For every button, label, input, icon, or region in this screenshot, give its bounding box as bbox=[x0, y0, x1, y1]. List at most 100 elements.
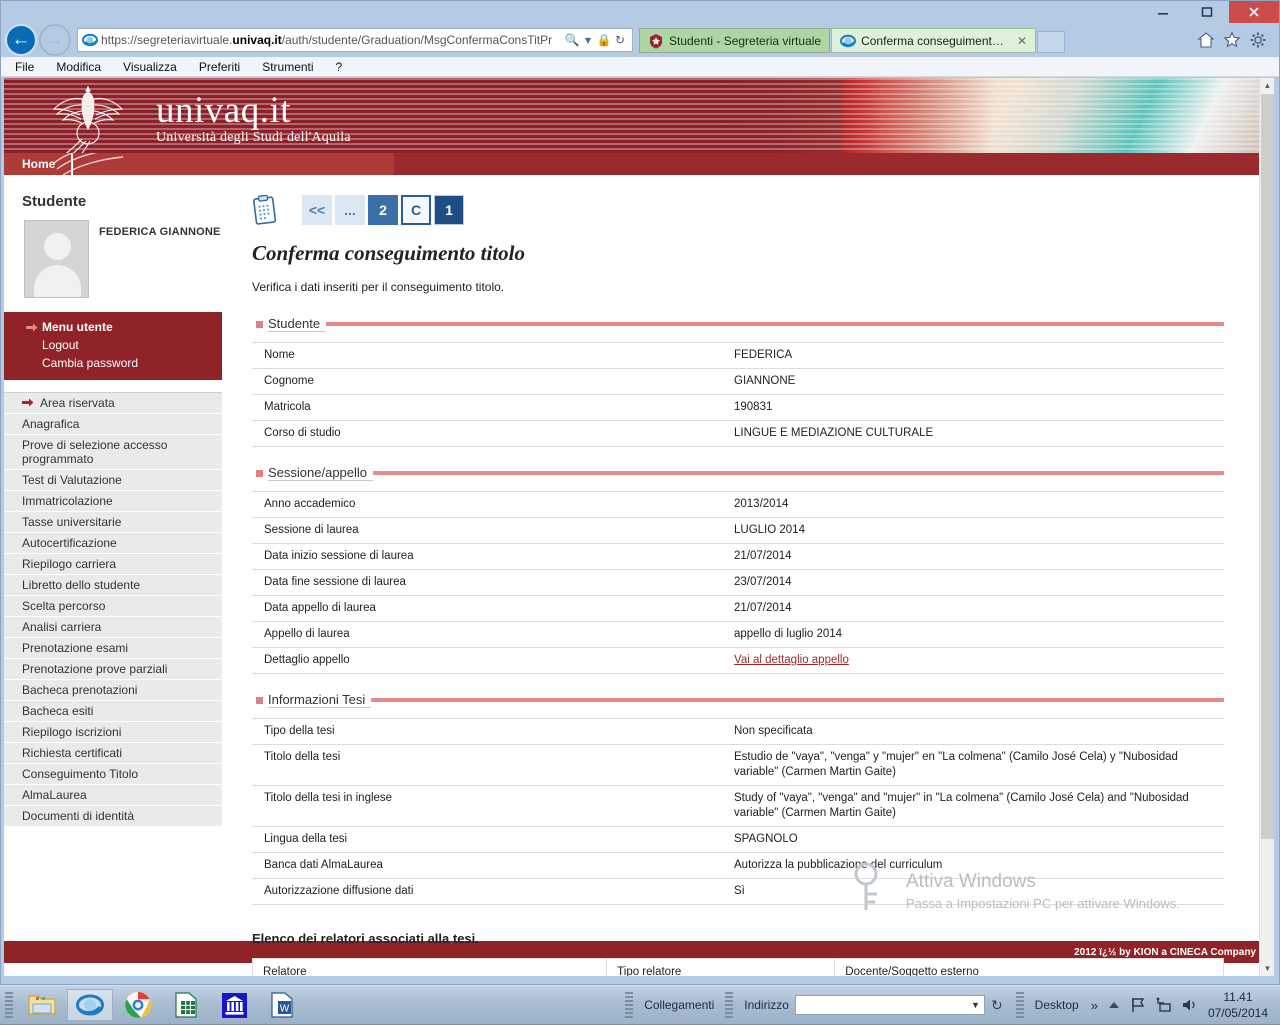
sidebar-item-prenotazione-prove-parziali[interactable]: Prenotazione prove parziali bbox=[4, 659, 222, 680]
nav-item-home[interactable]: Home bbox=[16, 153, 73, 175]
address-bar[interactable]: https://segreteriavirtuale.univaq.it/aut… bbox=[77, 28, 633, 52]
show-hidden-icons-icon[interactable] bbox=[1108, 1000, 1120, 1010]
favorites-star-icon[interactable] bbox=[1223, 31, 1241, 49]
menu-item-file[interactable]: File bbox=[15, 60, 34, 74]
internet-explorer-icon bbox=[76, 992, 104, 1018]
taskbar-grip[interactable] bbox=[5, 992, 13, 1018]
close-button[interactable] bbox=[1229, 1, 1279, 23]
sidebar-item-menu-utente[interactable]: Menu utente bbox=[4, 318, 222, 336]
sidebar-item-anagrafica[interactable]: Anagrafica bbox=[4, 414, 222, 435]
sidebar-heading: Studente bbox=[4, 175, 222, 220]
sidebar-item-scelta-percorso[interactable]: Scelta percorso bbox=[4, 596, 222, 617]
menu-item-visualizza[interactable]: Visualizza bbox=[123, 60, 177, 74]
menu-item-preferiti[interactable]: Preferiti bbox=[199, 60, 240, 74]
step-first[interactable]: << bbox=[302, 195, 332, 225]
step-2[interactable]: 2 bbox=[368, 195, 398, 225]
window-controls bbox=[1141, 1, 1279, 23]
scroll-up-arrow-icon[interactable]: ▲ bbox=[1260, 78, 1274, 93]
row-label: Titolo della tesi bbox=[252, 745, 722, 786]
refresh-icon[interactable]: ↻ bbox=[612, 33, 628, 47]
home-icon[interactable] bbox=[1197, 31, 1215, 49]
taskbar-word[interactable]: W bbox=[259, 989, 305, 1021]
taskbar-desktop-label[interactable]: Desktop bbox=[1035, 998, 1079, 1012]
menu-item-modifica[interactable]: Modifica bbox=[56, 60, 101, 74]
toolbar-grip-links[interactable] bbox=[625, 992, 633, 1018]
sidebar-item-immatricolazione[interactable]: Immatricolazione bbox=[4, 491, 222, 512]
taskbar-esse3[interactable] bbox=[211, 989, 257, 1021]
settings-gear-icon[interactable] bbox=[1249, 31, 1267, 49]
minimize-button[interactable] bbox=[1141, 1, 1185, 23]
taskbar-internet-explorer[interactable] bbox=[67, 989, 113, 1021]
taskbar-overflow-chevron[interactable]: » bbox=[1091, 998, 1098, 1013]
sidebar-item-autocertificazione[interactable]: Autocertificazione bbox=[4, 533, 222, 554]
sidebar-item-riepilogo-carriera[interactable]: Riepilogo carriera bbox=[4, 554, 222, 575]
tab-studenti[interactable]: Studenti - Segreteria virtuale bbox=[639, 28, 830, 53]
volume-icon[interactable] bbox=[1182, 998, 1198, 1012]
section-studente: StudenteNomeFEDERICACognomeGIANNONEMatri… bbox=[252, 316, 1224, 447]
windows-taskbar: W Collegamenti Indirizzo ▼ ↻ Desktop » bbox=[0, 985, 1280, 1024]
sidebar-item-cambia-password[interactable]: Cambia password bbox=[4, 354, 222, 372]
user-menu-block: Menu utente Logout Cambia password bbox=[4, 312, 222, 380]
taskbar-address-input[interactable]: ▼ bbox=[795, 995, 985, 1015]
wizard-stepper: << ... 2 C 1 bbox=[252, 195, 1224, 225]
chevron-down-icon[interactable]: ▾ bbox=[580, 33, 596, 47]
site-nav-strip: Home bbox=[4, 153, 1274, 175]
action-center-flag-icon[interactable] bbox=[1130, 997, 1146, 1013]
browser-menu-bar: File Modifica Visualizza Preferiti Strum… bbox=[1, 57, 1279, 77]
menu-item-strumenti[interactable]: Strumenti bbox=[262, 60, 313, 74]
taskbar-clock[interactable]: 11.41 07/05/2014 bbox=[1208, 989, 1280, 1021]
close-icon[interactable]: ✕ bbox=[1017, 34, 1027, 48]
step-ellipsis[interactable]: ... bbox=[335, 195, 365, 225]
sidebar-item-analisi-carriera[interactable]: Analisi carriera bbox=[4, 617, 222, 638]
maximize-button[interactable] bbox=[1185, 1, 1229, 23]
column-header: Tipo relatore bbox=[607, 959, 835, 977]
sidebar-item-tasse-universitarie[interactable]: Tasse universitarie bbox=[4, 512, 222, 533]
taskbar-refresh-icon[interactable]: ↻ bbox=[991, 997, 1003, 1014]
sidebar-item-richiesta-certificati[interactable]: Richiesta certificati bbox=[4, 743, 222, 764]
taskbar-excel[interactable] bbox=[163, 989, 209, 1021]
toolbar-grip-address[interactable] bbox=[725, 992, 733, 1018]
step-1[interactable]: 1 bbox=[434, 195, 464, 225]
scrollbar-thumb[interactable] bbox=[1261, 94, 1274, 839]
tab-conferma-conseguimento[interactable]: Conferma conseguimento t... ✕ bbox=[831, 28, 1036, 53]
step-c[interactable]: C bbox=[401, 195, 431, 225]
forward-button-icon[interactable]: → bbox=[39, 24, 71, 56]
table-row: Titolo della tesi in ingleseStudy of "va… bbox=[252, 786, 1224, 827]
back-button-icon[interactable]: ← bbox=[5, 24, 37, 56]
section-title: Sessione/appello bbox=[268, 465, 373, 481]
sidebar-item-bacheca-prenotazioni[interactable]: Bacheca prenotazioni bbox=[4, 680, 222, 701]
sidebar-item-conseguimento-titolo[interactable]: Conseguimento Titolo bbox=[4, 764, 222, 785]
word-icon: W bbox=[269, 991, 295, 1019]
sidebar-item-logout[interactable]: Logout bbox=[4, 336, 222, 354]
sidebar-item-bacheca-esiti[interactable]: Bacheca esiti bbox=[4, 701, 222, 722]
chevron-down-icon[interactable]: ▼ bbox=[971, 1000, 980, 1010]
scroll-down-arrow-icon[interactable]: ▼ bbox=[1260, 961, 1274, 976]
tab-label: Conferma conseguimento t... bbox=[861, 34, 1009, 48]
new-tab-button[interactable] bbox=[1037, 31, 1065, 53]
sidebar-item-riepilogo-iscrizioni[interactable]: Riepilogo iscrizioni bbox=[4, 722, 222, 743]
student-name: FEDERICA GIANNONE bbox=[89, 220, 221, 298]
network-icon[interactable] bbox=[1156, 997, 1172, 1013]
sidebar-item-libretto-dello-studente[interactable]: Libretto dello studente bbox=[4, 575, 222, 596]
sidebar-item-area-riservata[interactable]: Area riservata bbox=[4, 393, 222, 414]
detail-link[interactable]: Vai al dettaglio appello bbox=[734, 654, 849, 666]
search-icon[interactable]: 🔍 bbox=[564, 33, 580, 47]
row-value: Estudio de "vaya", "venga" y "mujer" en … bbox=[722, 745, 1224, 786]
row-value[interactable]: Vai al dettaglio appello bbox=[722, 648, 1224, 674]
row-label: Appello di laurea bbox=[252, 622, 722, 648]
taskbar-links-label[interactable]: Collegamenti bbox=[644, 998, 714, 1012]
sidebar-item-test-di-valutazione[interactable]: Test di Valutazione bbox=[4, 470, 222, 491]
taskbar-google-chrome[interactable] bbox=[115, 989, 161, 1021]
taskbar-file-explorer[interactable] bbox=[19, 989, 65, 1021]
column-header: Docente/Soggetto esterno bbox=[835, 959, 1224, 977]
page-scrollbar[interactable]: ▲ ▼ bbox=[1259, 78, 1274, 976]
sidebar-item-almalaurea[interactable]: AlmaLaurea bbox=[4, 785, 222, 806]
sidebar-item-prove-di-selezione-accesso-programmato[interactable]: Prove di selezione accesso programmato bbox=[4, 435, 222, 470]
menu-item-help[interactable]: ? bbox=[336, 60, 343, 74]
sidebar-item-prenotazione-esami[interactable]: Prenotazione esami bbox=[4, 638, 222, 659]
toolbar-grip-desktop[interactable] bbox=[1016, 992, 1024, 1018]
section-table: NomeFEDERICACognomeGIANNONEMatricola1908… bbox=[252, 342, 1224, 447]
system-tray bbox=[1108, 997, 1198, 1013]
sidebar-item-label: Menu utente bbox=[42, 320, 113, 334]
sidebar-item-documenti-di-identit[interactable]: Documenti di identità bbox=[4, 806, 222, 827]
